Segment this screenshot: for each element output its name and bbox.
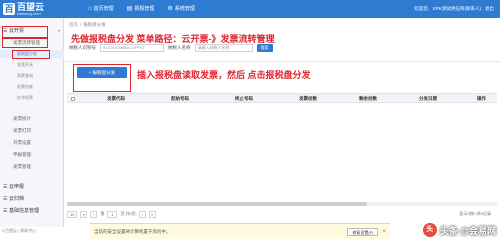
sidebar-item-invoice-void[interactable]: 发票作废 [0, 83, 64, 91]
table-body [67, 103, 497, 211]
chevron-down-icon: ▾ [57, 28, 60, 33]
notification-text: 当前的安全设置将计算机置于风险中。 [94, 228, 171, 234]
watermark-logo-icon: 头 [422, 223, 437, 237]
taxpayer-name-label: 纳税人名称 [168, 45, 191, 50]
logo-subtext: baiwang.com [17, 11, 41, 16]
next-page-button[interactable]: › [138, 210, 146, 218]
user-greeting: 欢迎您, [414, 6, 429, 11]
taxpayer-id-label: 纳税人识别号 [69, 45, 96, 50]
highlight-box-distribute [12, 50, 50, 59]
top-bar: 百 百望云 baiwang.com ⌂ 首页管理 ▤ 报税管理 ⚙ 系统管理 欢… [0, 0, 500, 18]
highlight-box-group [2, 26, 48, 38]
topnav-tax-label: 报税管理 [134, 6, 155, 12]
first-page-button[interactable]: « [80, 210, 88, 218]
breadcrumb-separator: / [80, 22, 82, 27]
breadcrumb: 首页 / 报税盘分发 [69, 22, 106, 28]
menu-icon: ☰ [3, 208, 8, 214]
annotation-step2: 插入报税盘读取发票，然后 点击报税盘分发 [137, 70, 311, 80]
sidebar-footer[interactable]: ©百望云 | 帮助中心 [2, 228, 36, 234]
filter-bar: 纳税人识别号 91320105MA1COPF0T 纳税人名称 请输入纳税人名称 … [69, 42, 273, 54]
taxpayer-name-input[interactable]: 请输入纳税人名称 [194, 44, 253, 52]
sidebar-group-basic-info[interactable]: ☰ 基础信息管理 [0, 206, 64, 216]
sidebar: ☰ 云开票 ▾ 发票流转管理 报税盘分发 发票开具 发票查询 发票作废 红冲发票… [0, 18, 64, 227]
document-icon: ▤ [126, 6, 133, 12]
topnav-home[interactable]: ⌂ 首页管理 [84, 0, 123, 18]
highlight-box-flow [2, 38, 48, 48]
home-icon: ⌂ [88, 6, 92, 12]
user-company[interactable]: EPK测试供应商(联系人) [433, 0, 481, 18]
scrollbar-thumb[interactable] [67, 202, 367, 206]
security-notification-bar: 当前的安全设置将计算机置于风险中。 修复设置(F) × [90, 223, 390, 239]
col-invoice-code[interactable]: 发票代码 [107, 94, 125, 104]
user-info: 欢迎您, EPK测试供应商(联系人) 退出 [414, 0, 494, 18]
page-label-post: 页,共0页 [120, 211, 136, 216]
logo[interactable]: 百 百望云 baiwang.com [3, 2, 51, 16]
col-remaining-count[interactable]: 剩余份数 [359, 94, 377, 104]
top-nav: ⌂ 首页管理 ▤ 报税管理 ⚙ 系统管理 [84, 0, 204, 18]
breadcrumb-home[interactable]: 首页 [69, 22, 78, 27]
sidebar-item-declare-manage[interactable]: 申报管理 [0, 150, 64, 159]
sidebar-item-invoice-issue[interactable]: 发票开具 [0, 61, 64, 69]
col-distribute-date[interactable]: 分发日期 [419, 94, 437, 104]
watermark: 头 头条 @会易网 [422, 220, 496, 240]
sidebar-group-label: 云归档 [9, 196, 25, 202]
pagination: 10 « ‹ 第 1 页,共0页 › » 显示0到0,共0记录 [67, 209, 497, 219]
logo-mark: 百 [3, 3, 15, 15]
sidebar-group-label: 基础信息管理 [9, 208, 40, 214]
highlight-box-button [73, 64, 131, 92]
pagination-summary: 显示0到0,共0记录 [459, 211, 491, 216]
topnav-home-label: 首页管理 [93, 6, 114, 12]
data-table: 发票代码 起始号码 终止号码 发票份数 剩余份数 分发日期 操作 [67, 93, 497, 211]
col-start-number[interactable]: 起始号码 [171, 94, 189, 104]
col-end-number[interactable]: 终止号码 [235, 94, 253, 104]
sidebar-item-red-invoice[interactable]: 红冲发票 [0, 94, 64, 102]
page-label-pre: 第 [100, 211, 105, 216]
table-header: 发票代码 起始号码 终止号码 发票份数 剩余份数 分发日期 操作 [67, 93, 497, 103]
divider [65, 61, 500, 62]
sidebar-item-invoice-stats[interactable]: 发票统计 [0, 114, 64, 123]
close-icon[interactable]: × [382, 229, 386, 235]
logout-link[interactable]: 退出 [485, 0, 494, 18]
sidebar-item-invoice-settings[interactable]: 开票设置 [0, 138, 64, 147]
fix-settings-button[interactable]: 修复设置(F) [347, 227, 379, 236]
last-page-button[interactable]: » [148, 210, 156, 218]
col-actions: 操作 [477, 96, 486, 101]
page-number-input[interactable]: 1 [107, 210, 118, 218]
main-content: 首页 / 报税盘分发 先做报税盘分发 菜单路径：云开票-》发票流转管理 纳税人识别号… [65, 18, 500, 242]
menu-icon: ☰ [3, 184, 8, 190]
search-button[interactable]: 搜索 [256, 44, 273, 52]
gear-icon: ⚙ [167, 6, 173, 12]
menu-icon: ☰ [3, 196, 8, 202]
topnav-tax[interactable]: ▤ 报税管理 [123, 0, 164, 18]
horizontal-scrollbar[interactable] [67, 202, 497, 206]
sidebar-group-cloud-archive[interactable]: ☰ 云归档 [0, 194, 64, 204]
topnav-system-label: 系统管理 [174, 6, 195, 12]
sidebar-group-cloud-declare[interactable]: ☰ 云申报 [0, 182, 64, 192]
topnav-system[interactable]: ⚙ 系统管理 [163, 0, 203, 18]
prev-page-button[interactable]: ‹ [90, 210, 98, 218]
breadcrumb-current: 报税盘分发 [83, 22, 106, 27]
taxpayer-id-input[interactable]: 91320105MA1COPF0T [100, 44, 164, 52]
sidebar-item-invoice-query[interactable]: 发票查询 [0, 72, 64, 80]
sidebar-group-label: 云申报 [9, 184, 25, 190]
page-size-select[interactable]: 10 [67, 210, 78, 218]
sidebar-item-invoice-print[interactable]: 发票打印 [0, 126, 64, 135]
select-all-checkbox[interactable] [71, 97, 75, 101]
sidebar-item-invoice-manage[interactable]: 发票管理 [0, 162, 64, 171]
col-invoice-count[interactable]: 发票份数 [299, 94, 317, 104]
watermark-text: 头条 @会易网 [439, 225, 496, 236]
